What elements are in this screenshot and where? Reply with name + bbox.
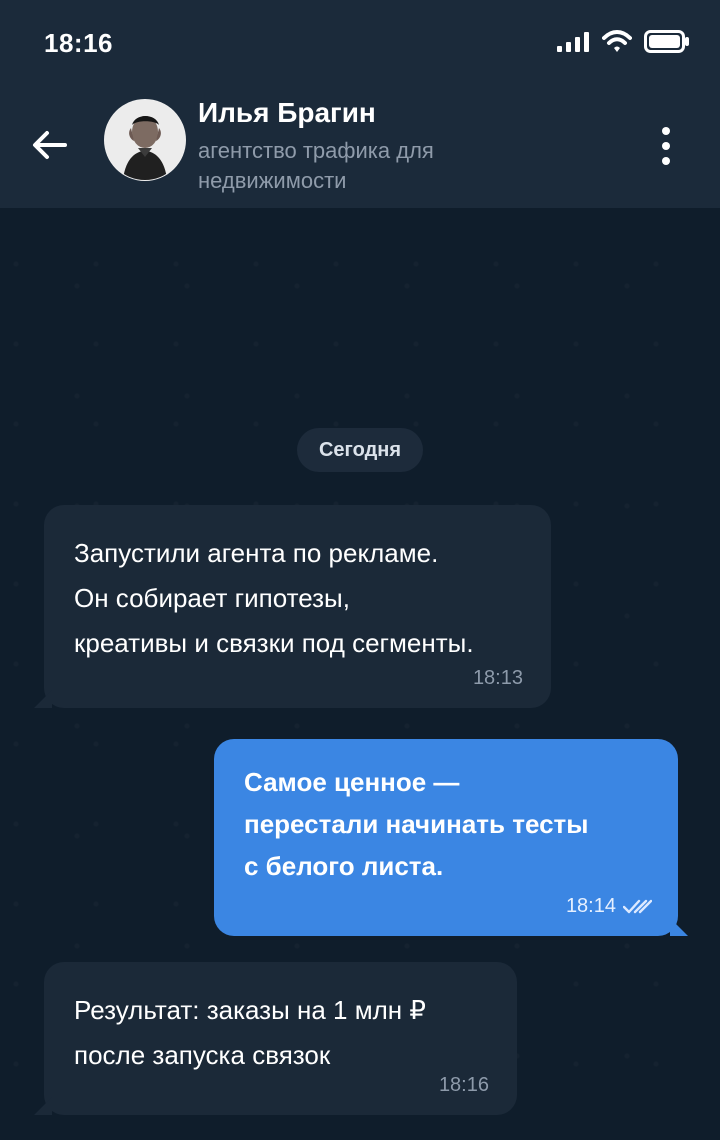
wifi-icon	[602, 30, 632, 54]
message-line: Запустили агента по рекламе.	[74, 538, 439, 568]
vertical-ellipsis-icon	[662, 127, 670, 165]
message-time: 18:16	[438, 1074, 489, 1096]
chat-subtitle: агентство трафика для недвижимости	[198, 138, 434, 193]
back-button[interactable]	[30, 128, 70, 162]
battery-icon	[644, 30, 690, 54]
double-check-icon	[623, 899, 652, 915]
chat-screen: 18:16 Илья Брагин агентство трафика для …	[0, 0, 720, 1140]
message-text: Запустили агента по рекламе. Он собирает…	[74, 531, 527, 666]
message-time: 18:14	[565, 895, 616, 917]
chat-header: Илья Брагин агентство трафика для недвиж…	[0, 88, 720, 208]
message-text: Самое ценное — перестали начинать тесты …	[244, 761, 654, 887]
message-line: после запуска связок	[74, 1040, 331, 1070]
message-line: Результат: заказы на 1 млн ₽	[74, 995, 426, 1025]
person-photo	[105, 100, 185, 180]
message-text: Результат: заказы на 1 млн ₽ после запус…	[74, 988, 493, 1078]
avatar[interactable]	[104, 99, 186, 181]
message-time-status: 18:14	[566, 895, 652, 918]
message-line: с белого листа.	[244, 851, 444, 881]
status-icons	[556, 30, 690, 54]
incoming-message[interactable]: Запустили агента по рекламе. Он собирает…	[44, 505, 551, 708]
chat-title[interactable]: Илья Брагин	[198, 97, 376, 129]
incoming-message[interactable]: Результат: заказы на 1 млн ₽ после запус…	[44, 962, 517, 1115]
status-bar: 18:16	[0, 0, 720, 88]
top-app-bar: 18:16 Илья Брагин агентство трафика для …	[0, 0, 720, 208]
date-separator: Сегодня	[297, 428, 423, 472]
message-line: креативы и связки под сегменты.	[74, 628, 474, 658]
more-button[interactable]	[660, 126, 672, 166]
status-time: 18:16	[44, 28, 113, 58]
message-line: перестали начинать тесты	[244, 809, 589, 839]
arrow-left-icon	[33, 131, 67, 159]
message-time: 18:13	[472, 667, 523, 689]
outgoing-message[interactable]: Самое ценное — перестали начинать тесты …	[214, 739, 678, 936]
message-line: Самое ценное —	[244, 767, 460, 797]
signal-bars-icon	[556, 31, 590, 53]
message-line: Он собирает гипотезы,	[74, 583, 350, 613]
